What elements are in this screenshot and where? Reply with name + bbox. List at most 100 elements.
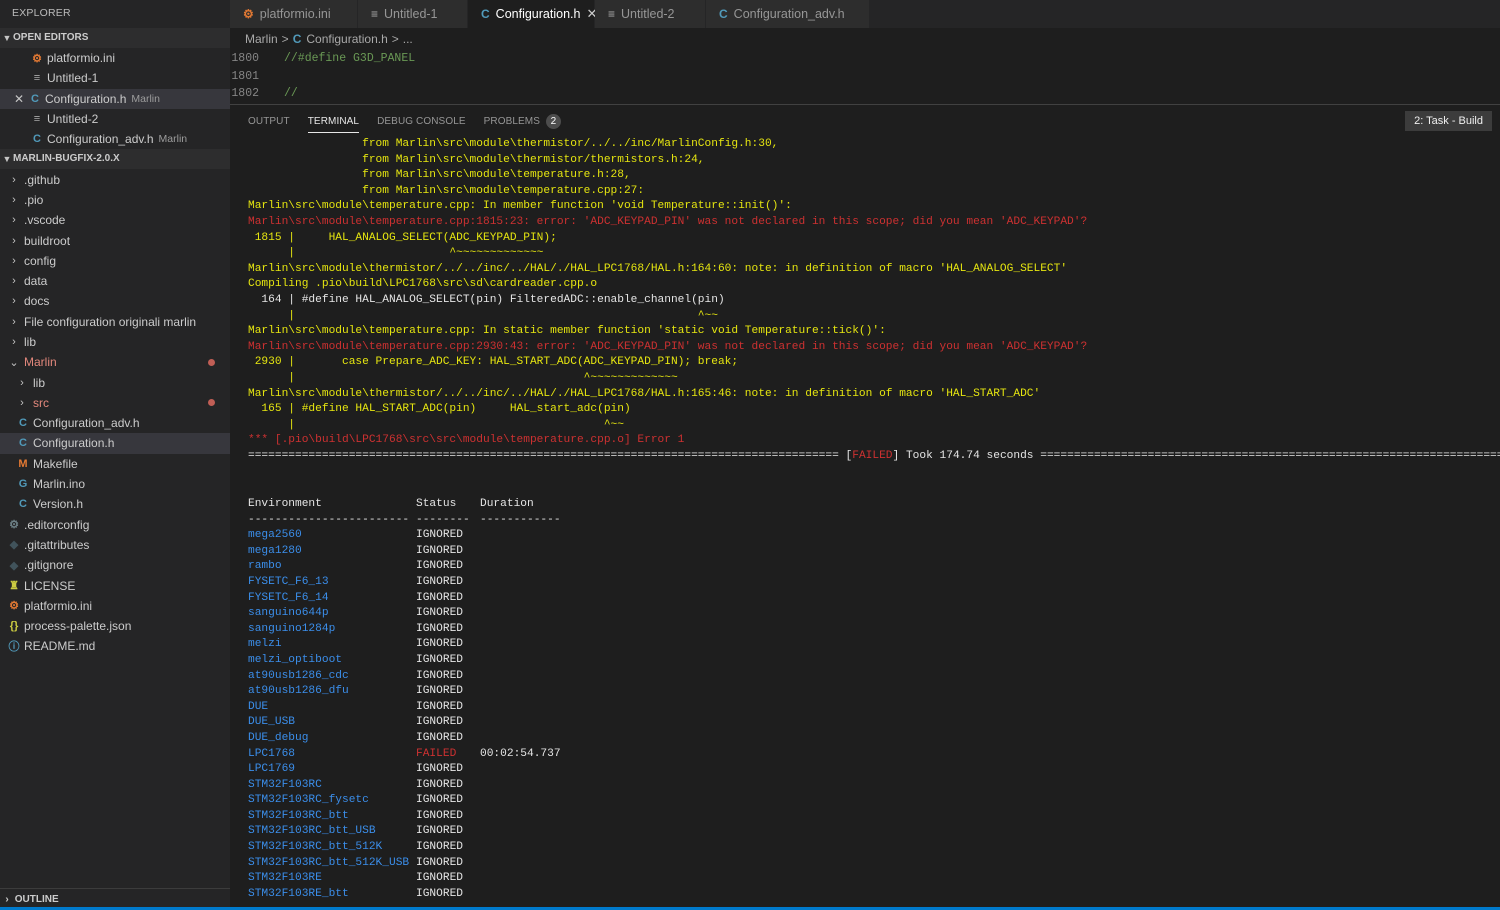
breadcrumb-root[interactable]: Marlin	[245, 32, 278, 46]
tree-file-gitignore[interactable]: ◆ .gitignore	[0, 555, 230, 575]
environment-cell[interactable]: melzi	[248, 637, 416, 653]
code-line: 1800 //#define G3D_PANEL	[230, 50, 1500, 68]
environment-cell[interactable]: sanguino644p	[248, 606, 416, 622]
table-row: STM32F103RC_btt IGNORED	[248, 809, 600, 825]
environment-cell[interactable]: DUE	[248, 700, 416, 716]
table-row: mega1280 IGNORED	[248, 544, 600, 560]
tab-terminal[interactable]: TERMINAL	[307, 105, 360, 137]
breadcrumb-more[interactable]: ...	[403, 32, 413, 46]
environment-cell[interactable]: DUE_USB	[248, 715, 416, 731]
tree-item-label: README.md	[24, 639, 96, 654]
arduino-file-icon: G	[18, 478, 28, 491]
open-editors-header[interactable]: ▼ OPEN EDITORS	[0, 28, 230, 48]
text-file-icon: ≡	[33, 113, 41, 126]
tab-problems[interactable]: PROBLEMS 2	[484, 105, 562, 137]
environment-cell[interactable]: STM32F103RC_btt	[248, 809, 416, 825]
open-editor-configuration-adv-h[interactable]: C Configuration_adv.h Marlin	[0, 129, 230, 149]
code-line: 1802 //	[230, 85, 1500, 103]
tree-folder-file-configuration[interactable]: › File configuration originali marlin	[0, 312, 230, 332]
tree-file-makefile[interactable]: M Makefile	[0, 454, 230, 474]
environment-cell[interactable]: mega1280	[248, 544, 416, 560]
duration-cell	[480, 856, 600, 872]
tab-label: Configuration.h	[495, 7, 581, 21]
tree-file-editorconfig[interactable]: ⚙ .editorconfig	[0, 515, 230, 535]
environment-cell[interactable]: DUE_debug	[248, 731, 416, 747]
duration-cell	[480, 871, 600, 887]
status-cell: IGNORED	[416, 560, 463, 573]
open-editor-folder: Marlin	[158, 133, 188, 146]
tree-folder-config[interactable]: › config	[0, 251, 230, 271]
environment-cell[interactable]: LPC1768	[248, 747, 416, 763]
environment-cell[interactable]: STM32F103RE	[248, 871, 416, 887]
tree-file-license[interactable]: ♜ LICENSE	[0, 575, 230, 595]
table-row: sanguino1284p IGNORED	[248, 622, 600, 638]
terminal-line: Marlin\src\module\temperature.cpp: In me…	[248, 200, 792, 213]
breadcrumb-file[interactable]: Configuration.h	[306, 32, 387, 46]
tab-label: Configuration_adv.h	[733, 7, 845, 21]
tree-folder-lib[interactable]: › lib	[0, 332, 230, 352]
tree-folder-pio[interactable]: › .pio	[0, 190, 230, 210]
table-row: rambo IGNORED	[248, 559, 600, 575]
environment-cell[interactable]: sanguino1284p	[248, 622, 416, 638]
tree-item-label: Marlin	[24, 355, 57, 370]
open-editor-untitled-1[interactable]: ≡ Untitled-1	[0, 68, 230, 88]
workspace-header[interactable]: ▼ MARLIN-BUGFIX-2.0.X	[0, 149, 230, 170]
terminal-line: 165 | #define HAL_START_ADC(pin) HAL_sta…	[248, 403, 631, 416]
chevron-right-icon: ›	[12, 275, 16, 288]
environment-cell[interactable]: STM32F103RE_btt	[248, 887, 416, 903]
header-status: Status	[416, 498, 457, 510]
tree-item-label: lib	[24, 335, 37, 349]
open-editor-platformio-ini[interactable]: ⚙ platformio.ini	[0, 48, 230, 68]
tree-folder-marlin-src[interactable]: › src	[0, 393, 230, 413]
tab-output[interactable]: OUTPUT	[248, 105, 290, 137]
tree-file-platformio-ini[interactable]: ⚙ platformio.ini	[0, 596, 230, 616]
tree-folder-marlin-lib[interactable]: › lib	[0, 372, 230, 392]
modified-dot-icon	[208, 358, 215, 366]
environment-cell[interactable]: STM32F103RC_btt_512K_USB	[248, 856, 416, 872]
tab-configuration-h[interactable]: C Configuration.h ✕	[468, 0, 597, 28]
tab-debug-console[interactable]: DEBUG CONSOLE	[377, 105, 466, 137]
tree-folder-buildroot[interactable]: › buildroot	[0, 230, 230, 250]
tree-file-marlin-ino[interactable]: G Marlin.ino	[0, 474, 230, 494]
open-editor-label: Untitled-1	[47, 71, 99, 86]
tab-platformio-ini[interactable]: ⚙ platformio.ini	[230, 0, 358, 28]
terminal-task-select[interactable]: 2: Task - Build	[1405, 111, 1492, 131]
tab-untitled-2[interactable]: ≡ Untitled-2	[595, 0, 706, 28]
tab-configuration-adv-h[interactable]: C Configuration_adv.h	[706, 0, 870, 28]
tab-label: Untitled-2	[621, 7, 675, 21]
status-cell: IGNORED	[416, 731, 463, 744]
environment-cell[interactable]: FYSETC_F6_13	[248, 575, 416, 591]
terminal-line: Marlin\src\module\thermistor/../../inc/.…	[248, 387, 1041, 400]
environment-cell[interactable]: melzi_optiboot	[248, 653, 416, 669]
tree-folder-github[interactable]: › .github	[0, 169, 230, 189]
open-editor-untitled-2[interactable]: ≡ Untitled-2	[0, 109, 230, 129]
environment-cell[interactable]: STM32F103RC_btt_512K	[248, 840, 416, 856]
tree-file-process-palette-json[interactable]: {} process-palette.json	[0, 616, 230, 636]
tab-untitled-1[interactable]: ≡ Untitled-1	[358, 0, 468, 28]
tree-folder-marlin[interactable]: ⌄ Marlin	[0, 352, 230, 372]
tree-file-version-h[interactable]: C Version.h	[0, 494, 230, 514]
tree-folder-docs[interactable]: › docs	[0, 291, 230, 311]
environment-cell[interactable]: STM32F103RC_fysetc	[248, 793, 416, 809]
terminal-line: Marlin\src\module\temperature.cpp: In st…	[248, 325, 886, 338]
tree-file-readme[interactable]: ⓘ README.md	[0, 636, 230, 656]
chevron-right-icon: ›	[12, 214, 16, 227]
tree-file-gitattributes[interactable]: ◆ .gitattributes	[0, 535, 230, 555]
environment-cell[interactable]: mega2560	[248, 528, 416, 544]
duration-cell	[480, 809, 600, 825]
environment-cell[interactable]: rambo	[248, 559, 416, 575]
close-icon[interactable]: ✕	[12, 92, 26, 106]
environment-cell[interactable]: STM32F103RC_btt_USB	[248, 824, 416, 840]
open-editor-configuration-h[interactable]: ✕ C Configuration.h Marlin	[0, 88, 230, 109]
environment-cell[interactable]: STM32F103RC	[248, 778, 416, 794]
environment-cell[interactable]: LPC1769	[248, 762, 416, 778]
environment-cell[interactable]: FYSETC_F6_14	[248, 591, 416, 607]
tree-file-configuration-h[interactable]: C Configuration.h	[0, 433, 230, 454]
tree-folder-vscode[interactable]: › .vscode	[0, 210, 230, 230]
environment-cell[interactable]: at90usb1286_dfu	[248, 684, 416, 700]
tree-file-configuration-adv-h[interactable]: C Configuration_adv.h	[0, 413, 230, 433]
environment-cell[interactable]: at90usb1286_cdc	[248, 669, 416, 685]
duration-cell: 00:02:54.737	[480, 747, 561, 760]
tree-folder-data[interactable]: › data	[0, 271, 230, 291]
code-editor[interactable]: 1800 //#define G3D_PANEL 1801 1802 //	[230, 50, 1500, 105]
